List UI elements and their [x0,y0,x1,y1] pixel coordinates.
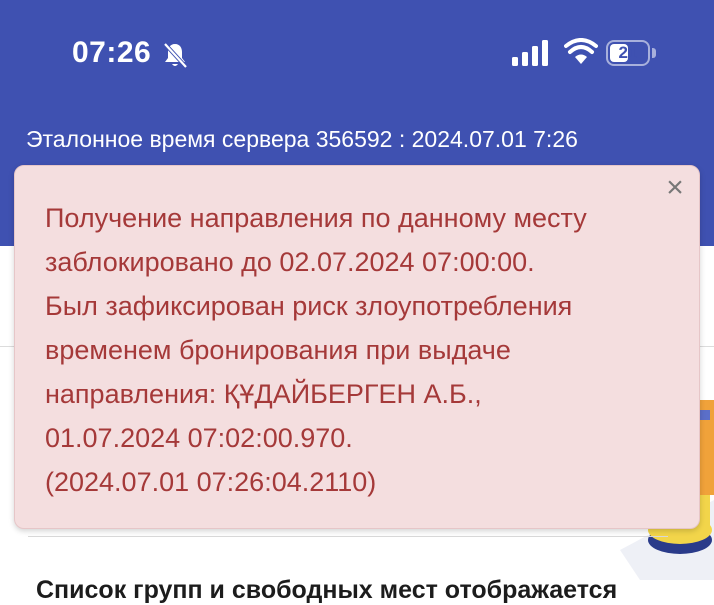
alert-message: Получение направления по данному месту з… [45,196,675,504]
battery-icon: 21 [606,40,650,66]
alert-line: направления: ҚҰДАЙБЕРГЕН А.Б., [45,379,482,409]
signal-icon [512,40,548,66]
alert-line: Был зафиксирован риск злоупотребления [45,291,573,321]
divider [28,536,668,537]
error-alert: × Получение направления по данному месту… [14,165,700,529]
battery-cap [652,48,656,58]
bell-off-icon [163,42,188,69]
battery-level: 21 [618,43,638,62]
alert-line: временем бронирования при выдаче [45,335,511,365]
alert-line: Получение направления по данному месту [45,203,587,233]
list-note-heading: Список групп и свободных мест отображает… [36,576,618,604]
alert-line: (2024.07.01 07:26:04.2110) [45,467,377,497]
status-time: 07:26 [72,36,152,69]
server-time-label: Эталонное время сервера 356592 : 2024.07… [26,126,578,152]
wifi-icon [564,38,598,64]
alert-line: заблокировано до 02.07.2024 07:00:00. [45,247,535,277]
alert-line: 01.07.2024 07:02:00.970. [45,423,353,453]
